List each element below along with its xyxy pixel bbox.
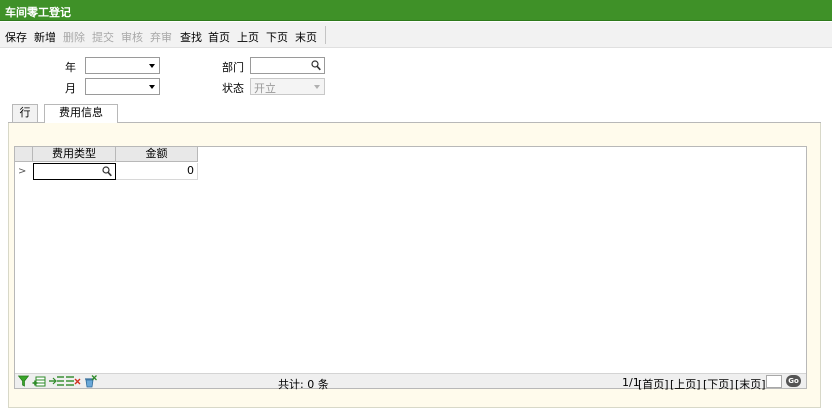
tab-row[interactable]: 行 [12,104,38,122]
toolbar: 保存 新增 删除 提交 审核 弃审 查找 首页 上页 下页 末页 [0,22,832,48]
window-titlebar: 车间零工登记 [0,0,832,21]
pager-first-link[interactable]: [首页] [638,376,669,392]
row-header-corner [15,147,33,162]
pager-next-link[interactable]: [下页] [703,376,734,392]
column-header-expense-type[interactable]: 费用类型 [33,147,116,162]
clear-icon[interactable] [84,375,97,388]
abandon-audit-button[interactable]: 弃审 [150,29,172,45]
search-icon[interactable] [311,60,321,71]
toolbar-separator [325,26,326,44]
insert-row-icon[interactable] [49,375,64,387]
page-number-input[interactable] [766,375,782,388]
chevron-down-icon [314,85,320,89]
tab-expense-info[interactable]: 费用信息 [44,104,118,123]
pager-prev-link[interactable]: [上页] [670,376,701,392]
audit-button[interactable]: 审核 [121,29,143,45]
chevron-down-icon[interactable] [149,64,155,68]
prev-page-button[interactable]: 上页 [237,29,259,45]
status-value: 开立 [254,82,276,95]
year-label: 年 [65,61,76,74]
grid-footer: 共计: 0 条 1/1 [首页] [上页] [下页] [末页] Go [15,373,806,391]
first-page-button[interactable]: 首页 [208,29,230,45]
last-page-button[interactable]: 末页 [295,29,317,45]
month-label: 月 [65,82,76,95]
year-select[interactable] [85,57,160,74]
expense-type-input[interactable] [33,163,116,180]
department-label: 部门 [222,61,244,74]
find-button[interactable]: 查找 [180,29,202,45]
month-select[interactable] [85,78,160,95]
column-header-amount[interactable]: 金额 [116,147,198,162]
window-title: 车间零工登记 [5,6,71,19]
search-icon[interactable] [102,166,112,177]
department-lookup[interactable] [250,57,325,74]
filter-icon[interactable] [18,375,29,387]
go-button[interactable]: Go [786,375,801,387]
status-label: 状态 [222,82,244,95]
new-button[interactable]: 新增 [34,29,56,45]
save-button[interactable]: 保存 [5,29,27,45]
delete-row-icon[interactable] [66,375,81,387]
chevron-down-icon[interactable] [149,85,155,89]
delete-button[interactable]: 删除 [63,29,85,45]
pager-last-link[interactable]: [末页] [735,376,766,392]
total-count: 共计: 0 条 [278,378,329,391]
next-page-button[interactable]: 下页 [266,29,288,45]
add-row-icon[interactable] [32,375,46,387]
current-row-marker: > [18,166,27,177]
expense-grid: 费用类型 金额 > 0 [14,146,807,389]
amount-cell[interactable]: 0 [116,163,198,180]
status-select: 开立 [250,78,325,95]
submit-button[interactable]: 提交 [92,29,114,45]
